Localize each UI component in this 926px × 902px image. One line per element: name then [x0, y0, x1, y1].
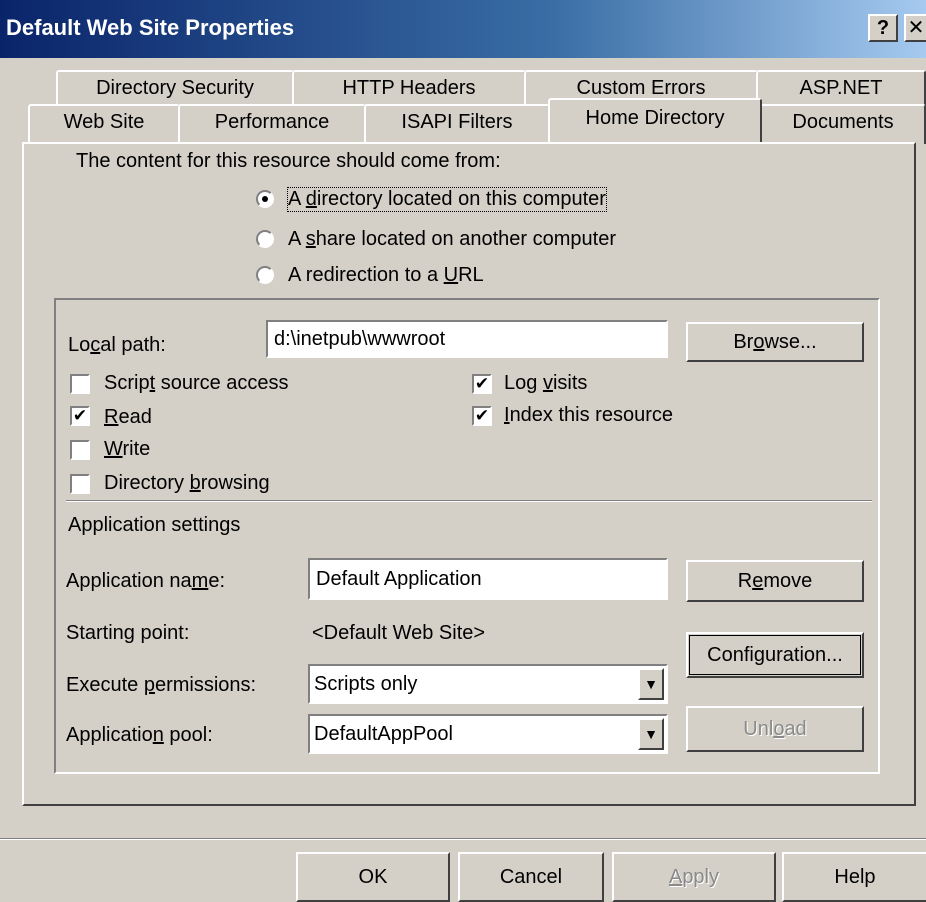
radio-url-redirect[interactable] [256, 266, 274, 284]
tab-web-site[interactable]: Web Site [28, 104, 180, 144]
separator [66, 500, 872, 502]
tab-performance[interactable]: Performance [178, 104, 366, 144]
read-checkbox[interactable]: ✔ [70, 406, 90, 426]
tab-home-directory[interactable]: Home Directory [548, 98, 762, 142]
remove-button[interactable]: Remove [686, 560, 864, 602]
write-label[interactable]: Write [104, 438, 150, 461]
application-name-input[interactable]: Default Application [308, 558, 668, 600]
read-label[interactable]: Read [104, 406, 152, 429]
write-checkbox[interactable] [70, 440, 90, 460]
directory-browsing-checkbox[interactable] [70, 474, 90, 494]
index-resource-label[interactable]: Index this resource [504, 404, 673, 427]
starting-point-value: <Default Web Site> [312, 622, 486, 644]
index-resource-checkbox[interactable]: ✔ [472, 406, 492, 426]
tab-directory-security[interactable]: Directory Security [56, 70, 294, 106]
application-settings-heading: Application settings [68, 514, 241, 536]
radio-local-directory[interactable] [256, 190, 274, 208]
radio-network-share[interactable] [256, 230, 274, 248]
content-source-prompt: The content for this resource should com… [76, 150, 501, 172]
footer-separator [0, 838, 926, 840]
execute-permissions-select[interactable]: Scripts only [308, 664, 668, 704]
script-source-access-label[interactable]: Script source access [104, 372, 289, 395]
help-footer-button[interactable]: Help [782, 852, 926, 902]
application-name-label: Application name: [66, 570, 226, 592]
ok-button[interactable]: OK [296, 852, 450, 902]
tab-documents[interactable]: Documents [760, 104, 926, 144]
log-visits-label[interactable]: Log visits [504, 372, 587, 395]
log-visits-checkbox[interactable]: ✔ [472, 374, 492, 394]
help-button[interactable]: ? [868, 14, 898, 42]
tab-http-headers[interactable]: HTTP Headers [292, 70, 526, 106]
configuration-button[interactable]: Configuration... [686, 632, 864, 678]
application-pool-select[interactable]: DefaultAppPool [308, 714, 668, 754]
cancel-button[interactable]: Cancel [458, 852, 604, 902]
tab-isapi-filters[interactable]: ISAPI Filters [364, 104, 550, 144]
window-title: Default Web Site Properties [6, 15, 295, 40]
browse-button[interactable]: Browse... [686, 322, 864, 362]
radio-url-redirect-label[interactable]: A redirection to a URL [288, 264, 484, 287]
local-path-label: Local path: [68, 334, 166, 356]
radio-network-share-label[interactable]: A share located on another computer [288, 228, 616, 251]
radio-local-directory-label[interactable]: A directory located on this computer [287, 187, 607, 212]
apply-button[interactable]: Apply [612, 852, 776, 902]
execute-permissions-label: Execute permissions: [66, 674, 257, 696]
tab-aspnet[interactable]: ASP.NET [756, 70, 926, 106]
application-pool-label: Application pool: [66, 724, 213, 746]
starting-point-label: Starting point: [66, 622, 190, 644]
script-source-access-checkbox[interactable] [70, 374, 90, 394]
unload-button[interactable]: Unload [686, 706, 864, 752]
execute-permissions-dropdown-arrow-icon[interactable]: ▼ [638, 668, 664, 700]
directory-browsing-label[interactable]: Directory browsing [104, 472, 270, 495]
close-button[interactable]: ✕ [904, 14, 926, 42]
local-path-input[interactable]: d:\inetpub\wwwroot [266, 320, 668, 358]
application-pool-dropdown-arrow-icon[interactable]: ▼ [638, 718, 664, 750]
